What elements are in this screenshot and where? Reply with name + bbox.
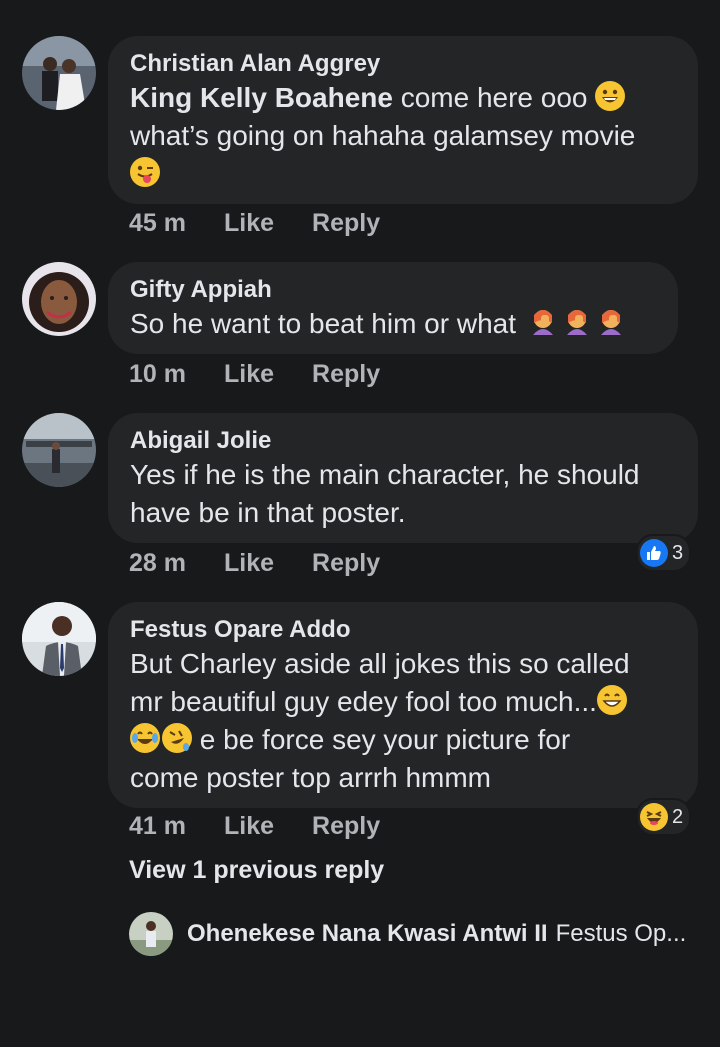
- avatar[interactable]: [22, 262, 96, 336]
- reply-author[interactable]: Ohenekese Nana Kwasi Antwi II: [187, 920, 548, 948]
- facepalm-emoji-icon: [596, 305, 626, 337]
- laugh-reaction-icon: [640, 803, 668, 831]
- comment-meta: 41 m Like Reply: [129, 812, 418, 841]
- avatar[interactable]: [22, 602, 96, 676]
- comment-bubble: Christian Alan Aggrey King Kelly Boahene…: [108, 36, 698, 204]
- like-button[interactable]: Like: [224, 812, 274, 841]
- reaction-badge[interactable]: 3: [636, 534, 692, 572]
- comment-bubble: Festus Opare Addo But Charley aside all …: [108, 602, 698, 808]
- view-previous-replies-link[interactable]: View 1 previous reply: [129, 856, 384, 885]
- comment-meta: 28 m Like Reply: [129, 549, 418, 578]
- like-button[interactable]: Like: [224, 360, 274, 389]
- comment-text-line: So he want to beat him or what: [130, 308, 516, 339]
- comment-time: 41 m: [129, 812, 186, 840]
- comment-meta: 10 m Like Reply: [129, 360, 418, 389]
- avatar[interactable]: [22, 36, 96, 110]
- reply-button[interactable]: Reply: [312, 812, 380, 841]
- avatar-image: [22, 36, 96, 110]
- comment-author[interactable]: Festus Opare Addo: [130, 615, 676, 645]
- comment-text-line: mr beautiful guy edey fool too much...: [130, 686, 597, 717]
- like-button[interactable]: Like: [224, 209, 274, 238]
- comment-text-line: e be force sey your picture for: [199, 724, 571, 755]
- comment-text-line: come poster top arrrh hmmm: [130, 762, 491, 793]
- comment-text-line: have be in that poster.: [130, 497, 406, 528]
- grinning-emoji-icon: [595, 81, 626, 111]
- comment-text-line: Yes if he is the main character, he shou…: [130, 459, 640, 490]
- comment-meta: 45 m Like Reply: [129, 209, 418, 238]
- comment-time: 45 m: [129, 209, 186, 237]
- comment-bubble: Gifty Appiah So he want to beat him or w…: [108, 262, 678, 354]
- like-reaction-icon: [640, 539, 668, 567]
- comment-author[interactable]: Christian Alan Aggrey: [130, 49, 676, 79]
- avatar-image: [22, 262, 96, 336]
- comment-text-line: come here ooo: [392, 82, 588, 113]
- avatar-image: [22, 413, 96, 487]
- comment-text: So he want to beat him or what: [130, 305, 656, 343]
- avatar-image: [22, 602, 96, 676]
- rolling-laughing-emoji-icon: [162, 723, 192, 753]
- reply-snippet: Festus Op...: [555, 920, 687, 947]
- reply-button[interactable]: Reply: [312, 209, 380, 238]
- comment-author[interactable]: Abigail Jolie: [130, 426, 676, 456]
- comment-author[interactable]: Gifty Appiah: [130, 275, 656, 305]
- facepalm-emoji-icon: [562, 305, 592, 337]
- reply-preview[interactable]: Ohenekese Nana Kwasi Antwi II Festus Op.…: [129, 912, 686, 956]
- comment-bubble: Abigail Jolie Yes if he is the main char…: [108, 413, 698, 543]
- comment-text-line: But Charley aside all jokes this so call…: [130, 648, 630, 679]
- comment-text: King Kelly Boahene come here ooo what’s …: [130, 79, 676, 193]
- reply-button[interactable]: Reply: [312, 360, 380, 389]
- reply-button[interactable]: Reply: [312, 549, 380, 578]
- comment-time: 10 m: [129, 360, 186, 388]
- facepalm-emoji-icon: [528, 305, 558, 337]
- avatar[interactable]: [22, 413, 96, 487]
- comment-text: Yes if he is the main character, he shou…: [130, 456, 676, 532]
- avatar-image: [129, 912, 173, 956]
- comment-time: 28 m: [129, 549, 186, 577]
- tears-of-joy-emoji-icon: [130, 723, 160, 753]
- grin-emoji-icon: [596, 685, 627, 715]
- reaction-badge[interactable]: 2: [636, 798, 692, 836]
- reaction-count: 3: [672, 541, 684, 564]
- like-button[interactable]: Like: [224, 549, 274, 578]
- comment-text-line: what’s going on hahaha galamsey movie: [130, 120, 636, 151]
- mention-link[interactable]: King Kelly Boahene: [130, 82, 393, 113]
- tongue-wink-emoji-icon: [130, 157, 160, 187]
- comment-text: But Charley aside all jokes this so call…: [130, 645, 676, 797]
- avatar[interactable]: [129, 912, 173, 956]
- reaction-count: 2: [672, 805, 684, 828]
